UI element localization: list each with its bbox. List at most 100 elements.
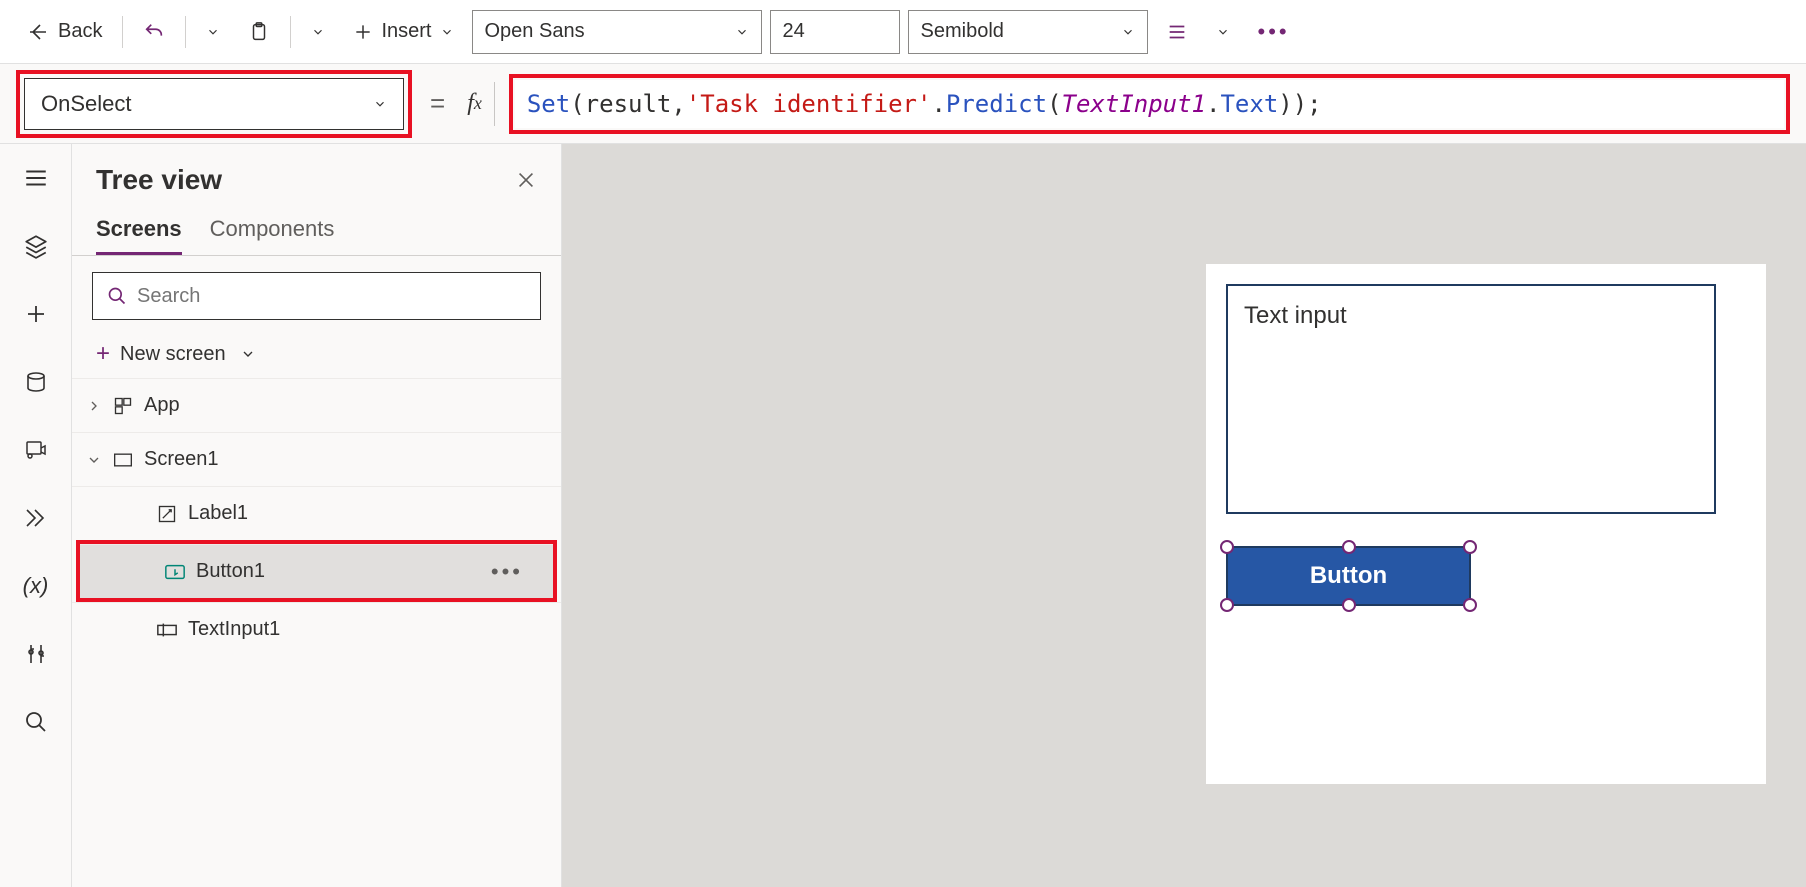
tree-item-label: App [144, 394, 180, 417]
search-icon [107, 286, 127, 306]
tree-item-app[interactable]: App [72, 378, 561, 432]
font-weight-select[interactable]: Semibold [908, 10, 1148, 54]
formula-token: Predict [946, 90, 1047, 118]
overflow-menu[interactable]: ••• [1248, 12, 1300, 52]
clipboard-icon [248, 20, 270, 44]
flow-icon [23, 506, 49, 530]
chevron-down-icon [440, 25, 454, 39]
variable-icon: (x) [23, 573, 49, 599]
top-toolbar: Back Insert Open Sans 24 Semibold ••• [0, 0, 1806, 64]
back-button[interactable]: Back [16, 12, 112, 52]
arrow-left-icon [26, 20, 50, 44]
undo-button[interactable] [133, 12, 175, 52]
tree-item-more[interactable]: ••• [491, 559, 539, 585]
button-icon [164, 561, 186, 583]
selection-handle[interactable] [1463, 598, 1477, 612]
close-icon [515, 169, 537, 191]
separator [290, 16, 291, 48]
tree-item-screen1[interactable]: Screen1 [72, 432, 561, 486]
insert-rail-button[interactable] [16, 294, 56, 334]
undo-dropdown[interactable] [196, 12, 230, 52]
tree-list: App Screen1 Label1 Bu [72, 378, 561, 887]
ellipsis-icon: ••• [1258, 19, 1290, 45]
equals-sign: = [426, 88, 449, 119]
selection-handle[interactable] [1220, 598, 1234, 612]
tree-view-rail-button[interactable] [16, 226, 56, 266]
main-area: (x) Tree view Screens Components + [0, 144, 1806, 887]
tools-rail-button[interactable] [16, 634, 56, 674]
align-dropdown[interactable] [1206, 12, 1240, 52]
back-label: Back [58, 20, 102, 43]
formula-token: 'Task identifier' [686, 90, 932, 118]
tab-screens[interactable]: Screens [96, 216, 182, 255]
search-icon [24, 710, 48, 734]
font-size-value: 24 [783, 20, 805, 43]
chevron-down-icon [86, 452, 102, 468]
tree-item-label1[interactable]: Label1 [72, 486, 561, 540]
undo-icon [143, 21, 165, 43]
variables-rail-button[interactable]: (x) [16, 566, 56, 606]
layers-icon [23, 233, 49, 259]
canvas-screen: Text input Button [1206, 264, 1766, 784]
media-rail-button[interactable] [16, 430, 56, 470]
chevron-down-icon [373, 97, 387, 111]
power-automate-rail-button[interactable] [16, 498, 56, 538]
canvas-textinput[interactable]: Text input [1226, 284, 1716, 514]
database-icon [24, 370, 48, 394]
formula-token: Text [1220, 90, 1278, 118]
formula-token: ( [1047, 90, 1061, 118]
button-label: Button [1310, 562, 1387, 590]
canvas[interactable]: Text input Button [562, 144, 1806, 887]
tab-components[interactable]: Components [210, 216, 335, 255]
separator [185, 16, 186, 48]
tree-item-label: Button1 [196, 560, 265, 583]
selection-handle[interactable] [1342, 598, 1356, 612]
chevron-down-icon [206, 25, 220, 39]
tree-item-label: Label1 [188, 502, 248, 525]
formula-token: (result, [570, 90, 686, 118]
tree-item-button1[interactable]: Button1 ••• [80, 544, 553, 598]
property-value: OnSelect [41, 91, 132, 117]
chevron-down-icon [1216, 25, 1230, 39]
tree-view-panel: Tree view Screens Components + New scree… [72, 144, 562, 887]
canvas-button[interactable]: Button [1226, 546, 1471, 606]
tree-search-box[interactable] [92, 272, 541, 320]
close-panel-button[interactable] [515, 169, 537, 191]
font-family-select[interactable]: Open Sans [472, 10, 762, 54]
data-rail-button[interactable] [16, 362, 56, 402]
textinput-value: Text input [1244, 302, 1347, 329]
formula-bar: OnSelect = fx Set(result, 'Task identifi… [0, 64, 1806, 144]
selection-handle[interactable] [1342, 540, 1356, 554]
font-weight-value: Semibold [921, 20, 1004, 43]
align-button[interactable] [1156, 12, 1198, 52]
chevron-down-icon [311, 25, 325, 39]
selection-handle[interactable] [1220, 540, 1234, 554]
paste-button[interactable] [238, 12, 280, 52]
formula-token: )); [1278, 90, 1321, 118]
chevron-down-icon [240, 346, 256, 362]
label-icon [156, 503, 178, 525]
plus-icon [353, 22, 373, 42]
chevron-down-icon [735, 25, 749, 39]
app-icon [112, 395, 134, 417]
chevron-down-icon [1121, 25, 1135, 39]
formula-token: Set [527, 90, 570, 118]
formula-input[interactable]: Set(result, 'Task identifier'.Predict( Te… [515, 80, 1784, 128]
align-icon [1166, 21, 1188, 43]
paste-dropdown[interactable] [301, 12, 335, 52]
tree-view-title: Tree view [96, 164, 222, 196]
plus-icon [24, 302, 48, 326]
font-size-input[interactable]: 24 [770, 10, 900, 54]
hamburger-button[interactable] [16, 158, 56, 198]
tools-icon [24, 642, 48, 666]
left-rail: (x) [0, 144, 72, 887]
selection-handle[interactable] [1463, 540, 1477, 554]
tree-item-label: Screen1 [144, 448, 219, 471]
property-dropdown[interactable]: OnSelect [24, 78, 404, 130]
formula-token: . [931, 90, 945, 118]
insert-button[interactable]: Insert [343, 12, 463, 52]
tree-search-input[interactable] [137, 285, 526, 308]
tree-item-textinput1[interactable]: TextInput1 [72, 602, 561, 656]
new-screen-button[interactable]: + New screen [72, 330, 561, 378]
search-rail-button[interactable] [16, 702, 56, 742]
